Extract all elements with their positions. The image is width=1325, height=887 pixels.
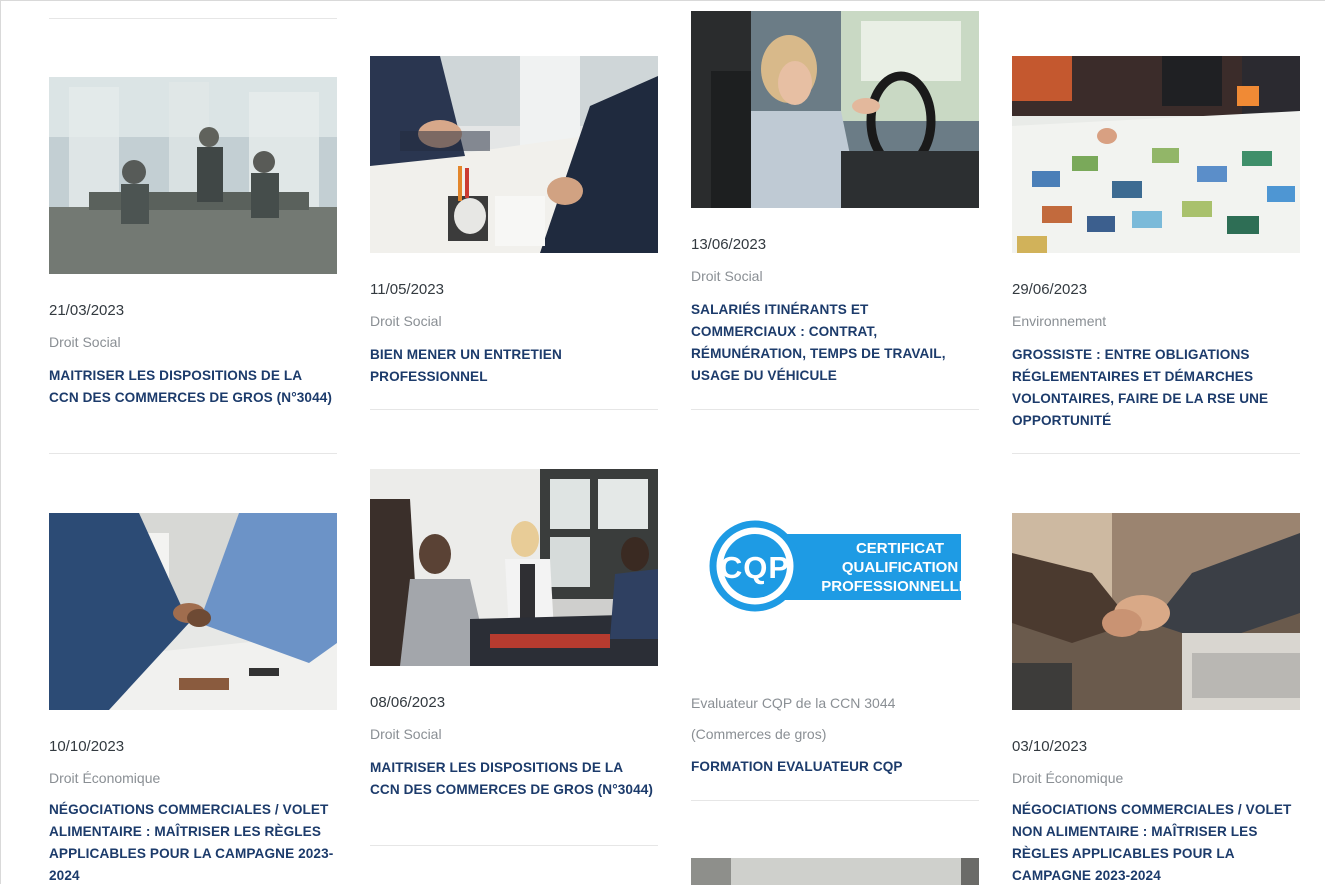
article-thumbnail-handshake-office[interactable] — [49, 513, 337, 710]
cqp-logo[interactable]: CQP CERTIFICAT QUALIFICATION PROFESSIONN… — [709, 520, 961, 612]
card-divider — [691, 409, 979, 410]
article-thumbnail-workshop-cards[interactable] — [1012, 56, 1300, 253]
article-title[interactable]: GROSSISTE : ENTRE OBLIGATIONS RÉGLEMENTA… — [1012, 344, 1297, 432]
article-category[interactable]: Environnement — [1012, 313, 1106, 329]
article-title[interactable]: MAITRISER LES DISPOSITIONS DE LA CCN DES… — [370, 757, 655, 801]
cqp-line1: CERTIFICAT — [856, 540, 944, 557]
article-category[interactable]: Droit Économique — [49, 770, 160, 786]
article-thumbnail-presentation[interactable] — [370, 469, 658, 666]
article-date: 21/03/2023 — [49, 302, 125, 319]
cqp-abbr: CQP — [720, 550, 790, 585]
training-description: (Commerces de gros) — [691, 726, 827, 742]
article-category[interactable]: Droit Social — [49, 334, 121, 350]
article-title[interactable]: NÉGOCIATIONS COMMERCIALES / VOLET NON AL… — [1012, 799, 1297, 887]
article-category[interactable]: Droit Social — [691, 268, 763, 284]
article-date: 11/05/2023 — [370, 281, 444, 298]
article-date: 08/06/2023 — [370, 694, 446, 711]
article-title[interactable]: MAITRISER LES DISPOSITIONS DE LA CCN DES… — [49, 365, 334, 409]
article-date: 03/10/2023 — [1012, 738, 1088, 755]
article-category[interactable]: Droit Social — [370, 313, 442, 329]
article-thumbnail-woman-driving[interactable] — [691, 11, 979, 208]
article-thumbnail-handshake-desk[interactable] — [1012, 513, 1300, 710]
article-thumbnail-next[interactable] — [691, 858, 979, 885]
article-category[interactable]: Droit Économique — [1012, 770, 1123, 786]
card-divider — [1012, 453, 1300, 454]
card-divider — [49, 453, 337, 454]
card-divider — [49, 18, 337, 19]
article-category[interactable]: Droit Social — [370, 726, 442, 742]
card-divider — [370, 845, 658, 846]
article-thumbnail-office-meeting[interactable] — [49, 77, 337, 274]
article-date: 29/06/2023 — [1012, 281, 1088, 298]
card-divider — [370, 409, 658, 410]
cqp-line3: PROFESSIONNELLE — [821, 578, 961, 595]
article-date: 13/06/2023 — [691, 236, 767, 253]
article-title[interactable]: NÉGOCIATIONS COMMERCIALES / VOLET ALIMEN… — [49, 799, 334, 887]
article-title[interactable]: SALARIÉS ITINÉRANTS ET COMMERCIAUX : CON… — [691, 299, 976, 387]
article-thumbnail-interview[interactable] — [370, 56, 658, 253]
training-title[interactable]: FORMATION EVALUATEUR CQP — [691, 756, 976, 778]
training-description: Evaluateur CQP de la CCN 3044 — [691, 695, 896, 711]
article-title[interactable]: BIEN MENER UN ENTRETIEN PROFESSIONNEL — [370, 344, 655, 388]
card-divider — [691, 800, 979, 801]
article-date: 10/10/2023 — [49, 738, 125, 755]
cqp-line2: QUALIFICATION — [842, 559, 958, 576]
